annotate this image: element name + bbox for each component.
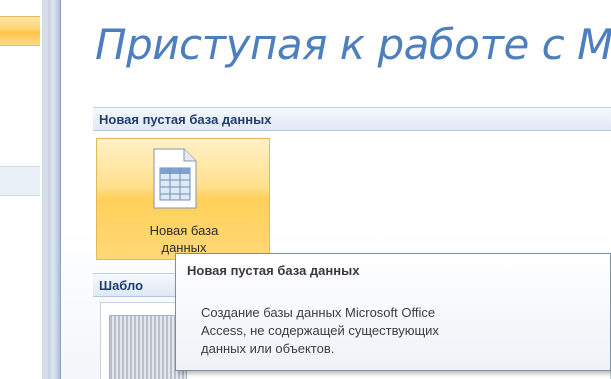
nav-item[interactable] (0, 166, 40, 196)
section-title: Новая пустая база данных (99, 112, 272, 127)
tooltip-title: Новая пустая база данных (187, 263, 360, 278)
tooltip: Новая пустая база данных Создание базы д… (175, 253, 611, 371)
nav-item-selected[interactable] (0, 16, 40, 46)
tooltip-description: Создание базы данных Microsoft Office Ac… (201, 305, 439, 356)
new-blank-database-button[interactable]: Новая база данных (96, 138, 270, 260)
page-title: Приступая к работе с M (95, 20, 611, 69)
new-blank-database-label: Новая база данных (149, 223, 219, 255)
navigation-pane (0, 0, 48, 379)
pane-splitter[interactable] (48, 0, 60, 379)
section-title: Шабло (99, 278, 144, 293)
blank-database-table-icon (153, 148, 197, 209)
section-header-new-blank-database: Новая пустая база данных (93, 107, 611, 131)
